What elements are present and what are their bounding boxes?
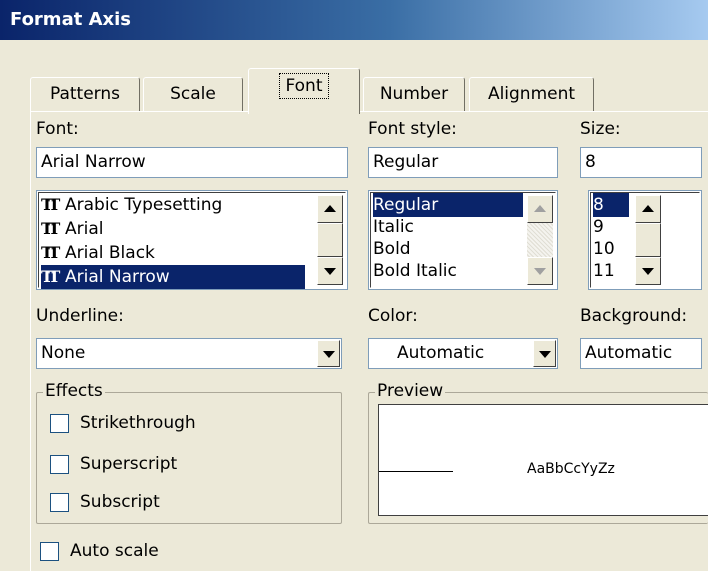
- truetype-font-icon: TT: [41, 267, 60, 286]
- size-item[interactable]: 11: [593, 259, 615, 283]
- window-title: Format Axis: [10, 9, 132, 30]
- scroll-up-button[interactable]: [635, 195, 661, 223]
- underline-value: None: [41, 343, 86, 363]
- arrow-down-icon: [642, 268, 654, 275]
- font-label: Font:: [36, 119, 79, 139]
- tab-patterns[interactable]: Patterns: [30, 77, 140, 111]
- truetype-font-icon: TT: [41, 219, 60, 238]
- background-value: Automatic: [585, 343, 673, 363]
- format-axis-dialog: Format Axis Patterns Scale Font Number A…: [0, 0, 708, 581]
- size-input[interactable]: 8: [580, 147, 702, 178]
- font-list-item-selected[interactable]: TT Arial Narrow: [41, 265, 305, 289]
- size-list-scrollbar[interactable]: [635, 195, 661, 285]
- font-style-item[interactable]: Italic: [373, 215, 414, 239]
- truetype-font-icon: TT: [41, 195, 60, 214]
- title-bar[interactable]: Format Axis: [0, 0, 708, 40]
- font-style-item[interactable]: Bold Italic: [373, 259, 457, 283]
- color-value: Automatic: [397, 343, 485, 363]
- background-dropdown[interactable]: Automatic: [580, 338, 702, 369]
- dropdown-button[interactable]: [533, 340, 556, 367]
- arrow-up-icon: [534, 205, 546, 212]
- scroll-down-button[interactable]: [635, 257, 661, 285]
- arrow-down-icon: [324, 268, 336, 275]
- scroll-down-button[interactable]: [317, 257, 343, 285]
- effects-legend: Effects: [43, 381, 105, 401]
- font-style-list[interactable]: Regular Italic Bold Bold Italic: [368, 190, 558, 290]
- arrow-down-icon: [534, 268, 546, 275]
- tab-alignment[interactable]: Alignment: [469, 77, 594, 111]
- size-label: Size:: [580, 119, 621, 139]
- superscript-checkbox[interactable]: [50, 455, 69, 474]
- arrow-up-icon: [642, 205, 654, 212]
- subscript-checkbox[interactable]: [50, 493, 69, 512]
- preview-sample-text: AaBbCcYyZz: [527, 461, 615, 477]
- color-label: Color:: [368, 306, 418, 326]
- truetype-font-icon: TT: [41, 243, 60, 262]
- tab-scale[interactable]: Scale: [143, 77, 243, 111]
- color-dropdown[interactable]: Automatic: [368, 338, 558, 369]
- scroll-up-button[interactable]: [527, 195, 553, 223]
- strikethrough-checkbox[interactable]: [50, 414, 69, 433]
- preview-legend: Preview: [375, 381, 446, 401]
- font-list-item[interactable]: TT Arial Black: [41, 241, 305, 265]
- auto-scale-checkbox[interactable]: [40, 542, 59, 561]
- scroll-thumb[interactable]: [317, 223, 343, 257]
- strikethrough-label[interactable]: Strikethrough: [80, 413, 196, 433]
- chevron-down-icon: [323, 351, 335, 358]
- dropdown-button[interactable]: [317, 340, 340, 367]
- font-style-input[interactable]: Regular: [368, 147, 558, 178]
- font-style-item-selected[interactable]: Regular: [373, 193, 523, 217]
- background-label: Background:: [580, 306, 688, 326]
- arrow-up-icon: [324, 205, 336, 212]
- chevron-down-icon: [539, 351, 551, 358]
- font-style-scrollbar[interactable]: [527, 195, 553, 285]
- font-list-item[interactable]: TT Arial: [41, 217, 305, 241]
- tab-font[interactable]: Font: [248, 68, 360, 114]
- scroll-down-button[interactable]: [527, 257, 553, 285]
- underline-label: Underline:: [36, 306, 124, 326]
- preview-box: AaBbCcYyZz: [378, 404, 708, 516]
- size-item[interactable]: 10: [593, 237, 615, 261]
- size-item[interactable]: 9: [593, 215, 604, 239]
- font-list-item[interactable]: TT Arabic Typesetting: [41, 193, 305, 217]
- scroll-up-button[interactable]: [317, 195, 343, 223]
- tab-font-label: Font: [279, 73, 329, 99]
- subscript-label[interactable]: Subscript: [80, 492, 160, 512]
- superscript-label[interactable]: Superscript: [80, 454, 177, 474]
- size-item-selected[interactable]: 8: [593, 193, 629, 217]
- size-list[interactable]: 8 9 10 11: [588, 190, 702, 290]
- underline-dropdown[interactable]: None: [36, 338, 342, 369]
- preview-axis-line: [379, 471, 453, 472]
- auto-scale-label[interactable]: Auto scale: [70, 541, 159, 561]
- font-style-item[interactable]: Bold: [373, 237, 411, 261]
- font-list[interactable]: TT Arabic Typesetting TT Arial TT Arial Bla…: [36, 190, 348, 290]
- font-style-label: Font style:: [368, 119, 457, 139]
- font-list-scrollbar[interactable]: [317, 195, 343, 285]
- tab-number[interactable]: Number: [363, 77, 465, 111]
- scroll-thumb[interactable]: [635, 223, 661, 257]
- font-input[interactable]: Arial Narrow: [36, 147, 348, 178]
